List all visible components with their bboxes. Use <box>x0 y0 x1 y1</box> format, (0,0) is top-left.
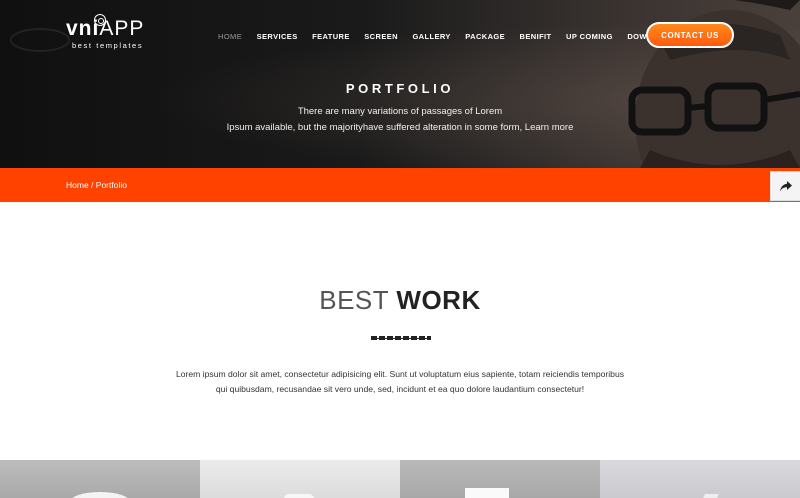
portfolio-item[interactable] <box>600 460 800 498</box>
portfolio-item-image <box>701 494 719 498</box>
contact-us-button[interactable]: CONTACT US <box>646 22 734 48</box>
portfolio-item-image <box>465 488 509 498</box>
breadcrumb-current: Portfolio <box>95 180 127 190</box>
section-description-line1: Lorem ipsum dolor sit amet, consectetur … <box>175 369 625 379</box>
nav-item-screen[interactable]: SCREEN <box>364 32 398 42</box>
hero-description-line1: There are many variations of passages of… <box>297 106 503 117</box>
share-arrow-icon <box>779 180 792 191</box>
nav-item-package[interactable]: PACKAGE <box>465 32 505 42</box>
section-title: BEST WORK <box>0 285 800 316</box>
share-button[interactable] <box>770 171 800 201</box>
section-divider <box>371 336 431 340</box>
hero-description: There are many variations of passages of… <box>200 104 600 135</box>
portfolio-item[interactable] <box>0 460 200 498</box>
main-nav: HOME SERVICES FEATURE SCREEN GALLERY PAC… <box>218 32 709 42</box>
nav-item-benifit[interactable]: BENIFIT <box>520 32 552 42</box>
nav-item-home[interactable]: HOME <box>218 32 242 42</box>
nav-item-up-coming[interactable]: UP COMING <box>566 32 613 42</box>
breadcrumb-separator: / <box>88 180 96 190</box>
nav-item-feature[interactable]: FEATURE <box>312 32 350 42</box>
breadcrumb: Home / Portfolio <box>66 180 127 190</box>
breadcrumb-home-link[interactable]: Home <box>66 180 89 190</box>
portfolio-item[interactable] <box>400 460 600 498</box>
nav-item-gallery[interactable]: GALLERY <box>412 32 450 42</box>
breadcrumb-bar: Home / Portfolio <box>0 168 800 202</box>
hero-header: vni APP best templates HOME SERVICES FEAT… <box>0 0 800 168</box>
section-title-bold: WORK <box>396 285 481 315</box>
portfolio-item-image <box>284 494 314 498</box>
logo-tagline: best templates <box>72 41 144 50</box>
logo-target-icon <box>94 14 106 26</box>
page-title: PORTFOLIO <box>345 81 455 96</box>
section-description-line2: qui quibusdam, recusandae sit vero unde,… <box>215 384 585 394</box>
portfolio-item-image <box>70 492 130 498</box>
brand-logo[interactable]: vni APP best templates <box>66 14 145 50</box>
hero-light-ring <box>10 28 70 52</box>
portfolio-grid <box>0 460 800 498</box>
section-description: Lorem ipsum dolor sit amet, consectetur … <box>160 367 640 397</box>
portfolio-item[interactable] <box>200 460 400 498</box>
hero-description-line2: Ipsum available, but the majorityhave su… <box>226 121 574 133</box>
section-title-light: BEST <box>319 285 397 315</box>
logo-name-part2: APP <box>99 17 145 40</box>
nav-item-services[interactable]: SERVICES <box>257 32 298 42</box>
